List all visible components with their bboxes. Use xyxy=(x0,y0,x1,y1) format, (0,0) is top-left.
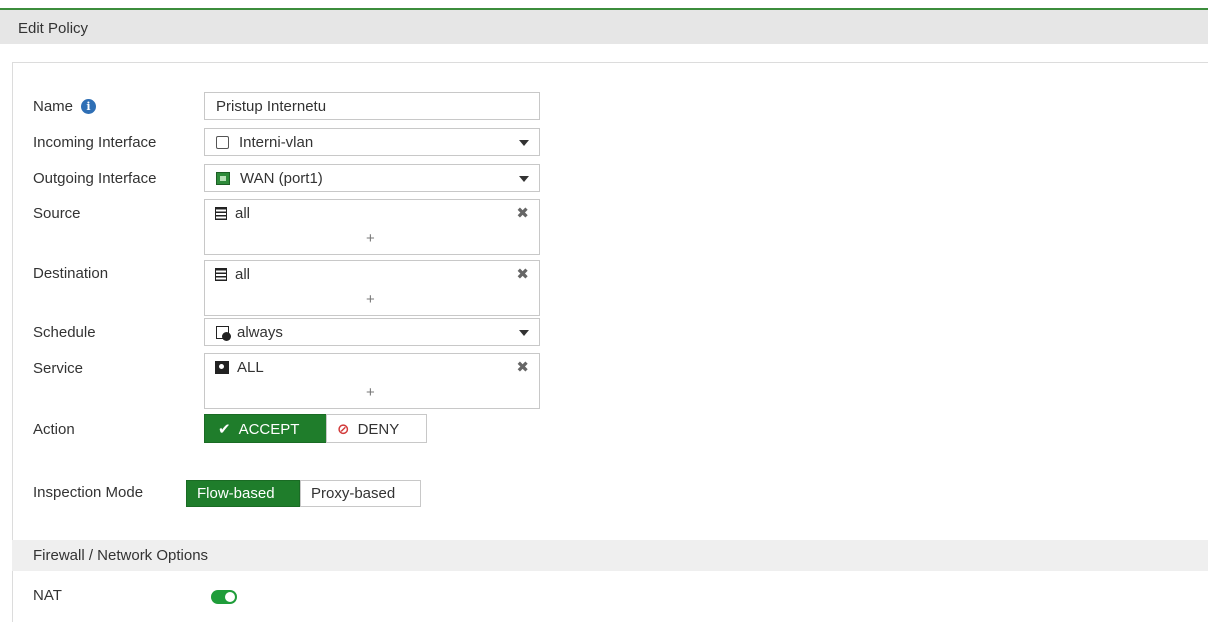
schedule-select[interactable]: always xyxy=(204,318,540,346)
schedule-icon xyxy=(216,326,231,341)
service-icon xyxy=(215,361,229,374)
source-value: all xyxy=(235,205,251,222)
service-entry: ALL xyxy=(215,359,264,376)
address-icon xyxy=(215,207,227,220)
remove-service-icon[interactable]: ✖ xyxy=(516,358,529,376)
outgoing-interface-select[interactable]: WAN (port1) xyxy=(204,164,540,192)
destination-entry: all xyxy=(215,266,250,283)
add-destination-button[interactable]: + xyxy=(366,291,375,308)
accept-label: ACCEPT xyxy=(238,421,300,438)
remove-destination-icon[interactable]: ✖ xyxy=(516,265,529,283)
outgoing-interface-label: Outgoing Interface xyxy=(33,170,157,187)
accept-button[interactable]: ✔ ACCEPT xyxy=(204,414,327,443)
chevron-down-icon xyxy=(519,140,529,146)
service-field[interactable]: ALL ✖ + xyxy=(204,353,540,409)
inspection-mode-label: Inspection Mode xyxy=(33,484,144,501)
check-icon: ✔ xyxy=(218,421,231,438)
outgoing-interface-value: WAN (port1) xyxy=(240,170,323,187)
name-label-text: Name xyxy=(33,98,74,115)
interface-icon xyxy=(216,136,229,149)
policy-form-panel xyxy=(12,62,1208,622)
source-entry: all xyxy=(215,205,250,222)
service-value: ALL xyxy=(237,359,264,376)
name-input-value: Pristup Internetu xyxy=(216,98,327,115)
info-icon[interactable]: i xyxy=(81,99,97,114)
flow-based-button[interactable]: Flow-based xyxy=(186,480,300,507)
nat-toggle[interactable] xyxy=(211,590,237,604)
add-source-button[interactable]: + xyxy=(366,230,375,247)
schedule-label: Schedule xyxy=(33,324,96,341)
deny-label: DENY xyxy=(357,421,400,438)
remove-source-icon[interactable]: ✖ xyxy=(516,204,529,222)
deny-button[interactable]: ⊘ DENY xyxy=(326,414,427,443)
firewall-options-header: Firewall / Network Options xyxy=(12,540,1208,571)
toggle-knob xyxy=(225,592,235,602)
proxy-based-button[interactable]: Proxy-based xyxy=(300,480,421,507)
incoming-interface-select[interactable]: Interni-vlan xyxy=(204,128,540,156)
destination-field[interactable]: all ✖ + xyxy=(204,260,540,316)
destination-label: Destination xyxy=(33,265,109,282)
name-input[interactable]: Pristup Internetu xyxy=(204,92,540,120)
incoming-interface-label: Incoming Interface xyxy=(33,134,157,151)
wan-port-icon xyxy=(216,172,230,185)
action-label: Action xyxy=(33,421,75,438)
chevron-down-icon xyxy=(519,330,529,336)
source-label: Source xyxy=(33,205,81,222)
schedule-value: always xyxy=(237,324,283,341)
add-service-button[interactable]: + xyxy=(366,384,375,401)
chevron-down-icon xyxy=(519,176,529,182)
destination-value: all xyxy=(235,266,251,283)
nat-label: NAT xyxy=(33,587,62,604)
service-label: Service xyxy=(33,360,84,377)
source-field[interactable]: all ✖ + xyxy=(204,199,540,255)
deny-icon: ⊘ xyxy=(337,421,350,438)
name-label: Name i xyxy=(33,98,97,115)
address-icon xyxy=(215,268,227,281)
incoming-interface-value: Interni-vlan xyxy=(239,134,314,151)
dialog-title: Edit Policy xyxy=(0,10,1208,44)
